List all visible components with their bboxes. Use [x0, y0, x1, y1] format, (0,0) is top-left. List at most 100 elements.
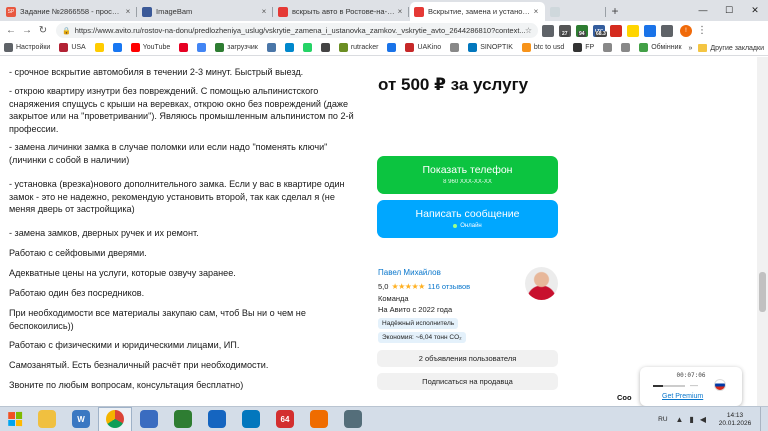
bookmark-label: Настройки: [16, 44, 51, 51]
online-dot-icon: [453, 224, 458, 228]
minimize-button[interactable]: —: [690, 0, 716, 20]
language-indicator[interactable]: RU: [658, 416, 667, 423]
rating-value: 5,0: [378, 282, 389, 291]
bookmark-item[interactable]: [197, 43, 209, 52]
close-tab-icon[interactable]: ×: [259, 7, 269, 16]
bookmark-favicon-icon: [468, 43, 478, 52]
menu-kebab-icon[interactable]: ⋮: [695, 24, 709, 38]
close-tab-icon[interactable]: ×: [395, 7, 405, 16]
mail-icon[interactable]: [644, 24, 656, 37]
taskbar-app[interactable]: [200, 407, 234, 431]
bookmark-label: USA: [71, 44, 86, 51]
seller-rating: 5,0 ★★★★★ 116 отзывов: [378, 282, 470, 291]
taskbar-app[interactable]: [132, 407, 166, 431]
tray-expand-icon[interactable]: ▲: [676, 415, 684, 424]
taskbar-app[interactable]: W: [64, 407, 98, 431]
bookmark-item[interactable]: btc to usd: [521, 43, 564, 52]
bookmark-item[interactable]: Обмінник: [639, 43, 682, 52]
bookmark-star-icon[interactable]: ☆: [525, 26, 532, 35]
address-bar[interactable]: 🔒 https://www.avito.ru/rostov-na-donu/pr…: [56, 23, 538, 38]
close-tab-icon[interactable]: ×: [123, 7, 133, 16]
tab-favicon-icon: [550, 6, 560, 17]
ltc-icon[interactable]: LTC68.3: [593, 24, 607, 37]
forward-button[interactable]: →: [20, 24, 34, 38]
close-window-button[interactable]: ✕: [742, 0, 768, 20]
bookmark-item[interactable]: SINOPTIK: [468, 43, 513, 52]
bookmark-item[interactable]: Настройки: [4, 43, 50, 52]
seller-name-link[interactable]: Павел Михайлов: [378, 268, 441, 277]
bookmark-item[interactable]: rutracker: [338, 43, 378, 52]
browser-tab[interactable]: [546, 2, 606, 21]
bookmark-favicon-icon: [450, 43, 460, 52]
bookmark-item[interactable]: FP: [573, 43, 594, 52]
bookmark-item[interactable]: YouTube: [130, 43, 170, 52]
new-tab-button[interactable]: +: [607, 2, 623, 21]
bookmark-item[interactable]: [179, 43, 191, 52]
browser-tab[interactable]: Вскрытие, замена и установка за×: [410, 2, 545, 21]
bookmark-item[interactable]: [387, 43, 399, 52]
taskbar-app[interactable]: [166, 407, 200, 431]
price-label: от 500 ₽ за услугу: [378, 75, 529, 94]
browser-tab[interactable]: ImageBam ×: [138, 2, 273, 21]
bookmark-item[interactable]: USA: [59, 43, 86, 52]
back-button[interactable]: ←: [4, 24, 18, 38]
bookmark-item[interactable]: [450, 43, 462, 52]
scrollbar-thumb[interactable]: [759, 272, 766, 312]
chat-widget[interactable]: Coo: [613, 390, 641, 406]
network-icon[interactable]: ▮: [689, 415, 693, 424]
bookmark-item[interactable]: UAKino: [405, 43, 441, 52]
bookmark-item[interactable]: [266, 43, 279, 52]
bookmark-item[interactable]: загрузчик: [215, 43, 258, 52]
close-tab-icon[interactable]: ×: [531, 7, 541, 16]
browser-tab[interactable]: SP Задание №2866558 - просмотр з ×: [2, 2, 137, 21]
maximize-button[interactable]: ☐: [716, 0, 742, 20]
flag-ua-icon[interactable]: [627, 24, 639, 37]
clock[interactable]: 14:13 20.01.2026: [712, 412, 758, 428]
bookmark-item[interactable]: [94, 43, 107, 52]
get-premium-link[interactable]: Get Premium: [662, 393, 703, 400]
volume-icon[interactable]: ◀: [700, 415, 706, 424]
bookmarks-right: » Другие закладки: [682, 40, 764, 55]
bookmark-item[interactable]: [320, 43, 333, 52]
taskbar-app[interactable]: 64: [268, 407, 302, 431]
reviews-link[interactable]: 116 отзывов: [428, 282, 470, 291]
extension-94[interactable]: 94: [576, 24, 588, 37]
write-message-button[interactable]: Написать сообщение Онлайн: [377, 200, 558, 238]
puzzle-icon[interactable]: [661, 24, 673, 37]
bookmark-label: Обмінник: [651, 44, 682, 51]
taskbar-app[interactable]: [234, 407, 268, 431]
taskbar-app[interactable]: [30, 407, 64, 431]
bookmark-item[interactable]: [603, 43, 615, 52]
taskbar-app[interactable]: [336, 407, 370, 431]
seller-avatar[interactable]: [525, 267, 558, 300]
recorder-timer: 00:07:06: [676, 372, 706, 379]
subscribe-seller-button[interactable]: Подписаться на продавца: [377, 373, 558, 390]
page-content: - срочное вскрытие автомобиля в течении …: [0, 57, 768, 406]
bookmark-item[interactable]: [284, 43, 297, 52]
show-desktop-button[interactable]: [760, 407, 768, 431]
reload-button[interactable]: ↻: [36, 24, 50, 38]
bookmarks-overflow-button[interactable]: »: [688, 45, 692, 52]
taskbar-app[interactable]: [302, 407, 336, 431]
flag-ru-icon[interactable]: [714, 379, 726, 391]
bookmark-item[interactable]: [302, 43, 315, 52]
bookmark-favicon-icon: [338, 43, 348, 52]
flag-ru-icon[interactable]: [610, 24, 622, 37]
tab-title: Задание №2866558 - просмотр з: [20, 7, 123, 16]
taskbar-app[interactable]: [98, 406, 132, 431]
extension-27[interactable]: 27: [559, 24, 571, 37]
bookmarks-bar: Настройки USA YouTube загрузчик rutracker UAK…: [0, 40, 768, 56]
tab-title: ImageBam: [156, 7, 193, 16]
profile-avatar[interactable]: !: [680, 24, 692, 37]
media-player-icon: [140, 410, 158, 428]
recorder-dash: —: [690, 381, 698, 390]
show-phone-button[interactable]: Показать телефон 8 960 XXX-XX-XX: [377, 156, 558, 194]
page-scrollbar[interactable]: [757, 57, 768, 406]
bookmark-item[interactable]: [112, 43, 125, 52]
browser-tab[interactable]: вскрыть авто в Ростове-на-Дону ×: [274, 2, 409, 21]
bookmark-item[interactable]: [621, 43, 633, 52]
start-button[interactable]: [0, 407, 30, 431]
other-bookmarks-link[interactable]: Другие закладки: [710, 45, 764, 52]
fx-icon[interactable]: [542, 24, 554, 37]
seller-ads-button[interactable]: 2 объявления пользователя: [377, 350, 558, 367]
